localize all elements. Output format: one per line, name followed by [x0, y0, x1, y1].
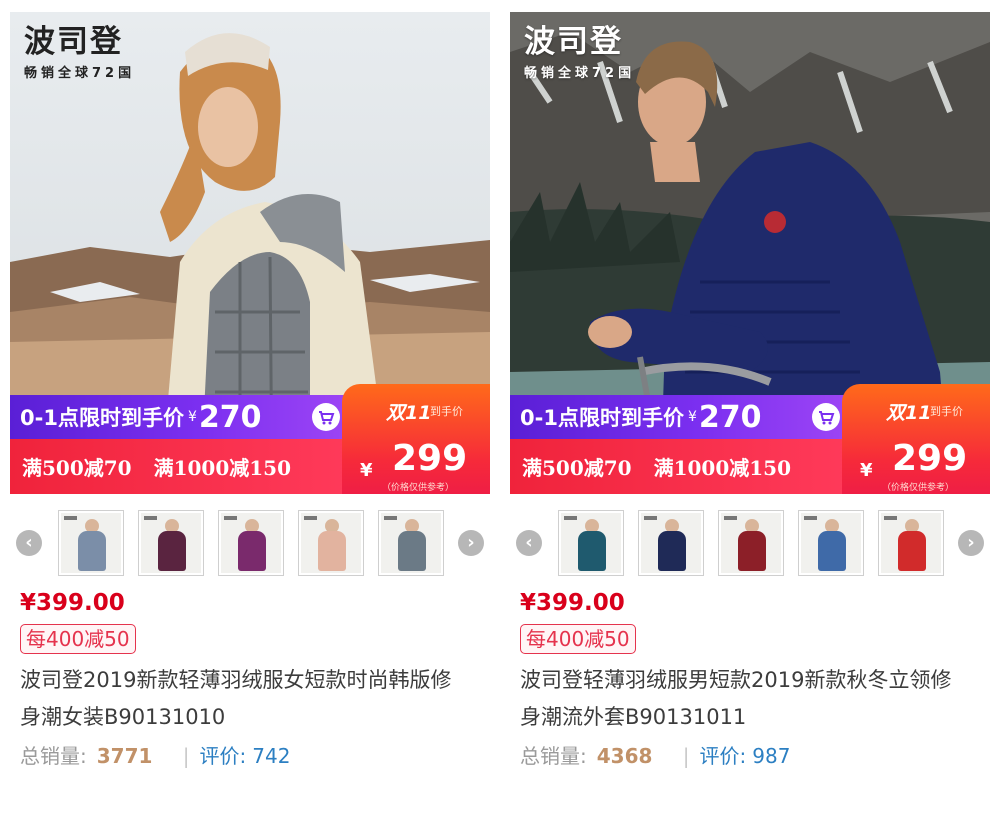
coupon-banner: 满500减70 满1000减150	[10, 439, 350, 494]
flash-price-currency: ¥	[687, 409, 697, 425]
brand-name: 波司登	[524, 24, 623, 60]
brand-slogan: 畅销全球72国	[24, 66, 136, 81]
product-card-women[interactable]: 波司登 畅销全球72国 0-1点限时到手价 ¥ 270 满500减70 满100…	[10, 12, 490, 812]
review-value[interactable]: 742	[252, 740, 290, 772]
flash-price-label: 0-1点限时到手价	[520, 406, 684, 430]
brand-slogan: 畅销全球72国	[524, 66, 636, 81]
cart-icon[interactable]	[312, 403, 340, 431]
thumbnail-1[interactable]	[58, 510, 124, 576]
coupon-offer-1: 满500减70	[522, 456, 632, 480]
sales-value: 4368	[596, 744, 653, 768]
carousel-next-button[interactable]: ›	[458, 530, 484, 556]
event-label: 双11	[886, 402, 932, 424]
event-currency: ¥	[860, 460, 873, 481]
product-price: ¥399.00	[520, 590, 625, 616]
carousel-prev-button[interactable]: ‹	[16, 530, 42, 556]
coupon-offer-1: 满500减70	[22, 456, 132, 480]
event-price-box: 双11 到手价 ¥ 299 （价格仅供参考）	[842, 384, 990, 494]
event-price: 299	[392, 438, 468, 479]
event-sublabel: 到手价	[930, 405, 963, 418]
brand-logo: 波司登 畅销全球72国	[24, 24, 135, 81]
product-title[interactable]: 波司登2019新款轻薄羽绒服女短款时尚韩版修身潮女装B90131010	[20, 662, 470, 736]
carousel-next-button[interactable]: ›	[958, 530, 984, 556]
event-price-box: 双11 到手价 ¥ 299 （价格仅供参考）	[342, 384, 490, 494]
event-price: 299	[892, 438, 968, 479]
event-currency: ¥	[360, 460, 373, 481]
stats-separator: |	[182, 744, 190, 768]
brand-name: 波司登	[24, 24, 123, 60]
thumbnail-4[interactable]	[798, 510, 864, 576]
thumbnail-2[interactable]	[138, 510, 204, 576]
thumbnail-5[interactable]	[878, 510, 944, 576]
review-label[interactable]: 评价:	[700, 740, 747, 772]
sales-label: 总销量:	[520, 744, 587, 768]
review-label[interactable]: 评价:	[200, 740, 247, 772]
thumbnail-2[interactable]	[638, 510, 704, 576]
product-title[interactable]: 波司登轻薄羽绒服男短款2019新款秋冬立领修身潮流外套B90131011	[520, 662, 970, 736]
event-sublabel: 到手价	[430, 405, 463, 418]
flash-price-label: 0-1点限时到手价	[20, 406, 184, 430]
coupon-tag[interactable]: 每400减50	[20, 624, 136, 654]
flash-price-value: 270	[198, 399, 262, 435]
coupon-tag[interactable]: 每400减50	[520, 624, 636, 654]
carousel-prev-button[interactable]: ‹	[516, 530, 542, 556]
flash-price-currency: ¥	[187, 409, 197, 425]
cart-icon[interactable]	[812, 403, 840, 431]
sales-label: 总销量:	[20, 744, 87, 768]
flash-price-banner: 0-1点限时到手价 ¥ 270	[10, 395, 350, 439]
flash-price-value: 270	[698, 399, 762, 435]
product-hero-image[interactable]: 波司登 畅销全球72国 0-1点限时到手价 ¥ 270 满500减70 满100…	[10, 12, 490, 494]
thumbnail-carousel: ‹ ›	[10, 510, 490, 584]
event-price-note: （价格仅供参考）	[882, 483, 955, 493]
product-price: ¥399.00	[20, 590, 125, 616]
sales-value: 3771	[96, 744, 153, 768]
thumbnail-carousel: ‹ ›	[510, 510, 990, 584]
event-label: 双11	[386, 402, 432, 424]
coupon-offer-2: 满1000减150	[653, 456, 792, 480]
flash-price-banner: 0-1点限时到手价 ¥ 270	[510, 395, 850, 439]
product-stats: 总销量: 4368 | 评价: 987	[520, 740, 990, 772]
thumbnail-3[interactable]	[218, 510, 284, 576]
review-value[interactable]: 987	[752, 740, 790, 772]
product-stats: 总销量: 3771 | 评价: 742	[20, 740, 490, 772]
thumbnail-5[interactable]	[378, 510, 444, 576]
thumbnail-1[interactable]	[558, 510, 624, 576]
product-card-men[interactable]: 波司登 畅销全球72国 0-1点限时到手价 ¥ 270 满500减70 满100…	[510, 12, 990, 812]
event-price-note: （价格仅供参考）	[382, 483, 455, 493]
coupon-banner: 满500减70 满1000减150	[510, 439, 850, 494]
product-hero-image[interactable]: 波司登 畅销全球72国 0-1点限时到手价 ¥ 270 满500减70 满100…	[510, 12, 990, 494]
brand-logo: 波司登 畅销全球72国	[524, 24, 635, 81]
coupon-offer-2: 满1000减150	[153, 456, 292, 480]
thumbnail-4[interactable]	[298, 510, 364, 576]
thumbnail-3[interactable]	[718, 510, 784, 576]
stats-separator: |	[682, 744, 690, 768]
